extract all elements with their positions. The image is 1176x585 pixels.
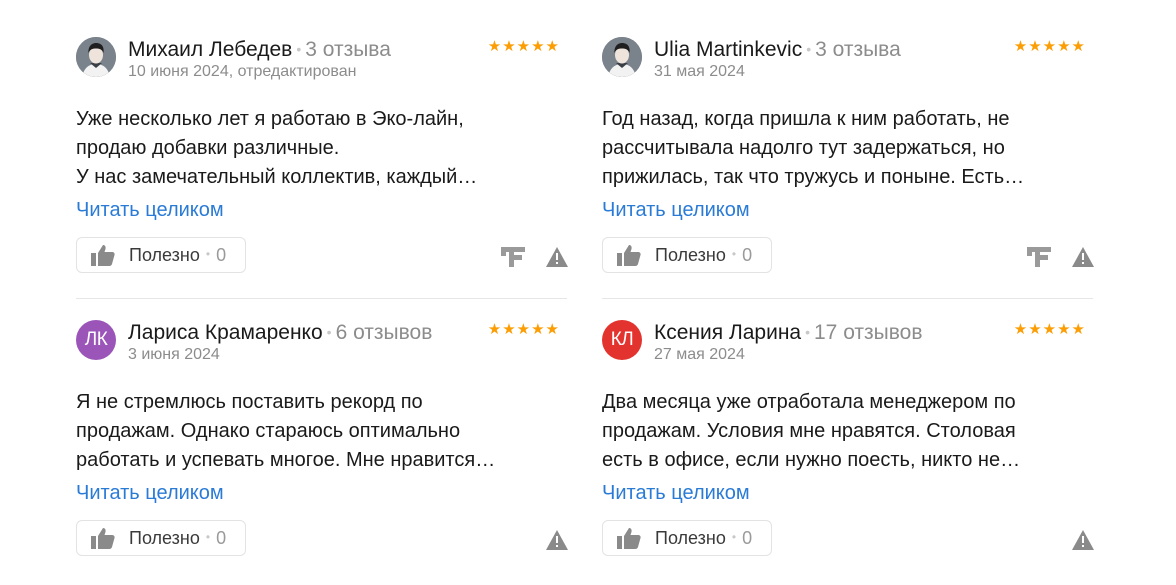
author-name[interactable]: Ксения Ларина xyxy=(654,321,801,344)
rating-stars: ★★★★★ xyxy=(1013,321,1086,338)
rating-stars: ★★★★★ xyxy=(487,321,560,338)
author-name[interactable]: Ulia Martinkevic xyxy=(654,38,802,61)
useful-count: 0 xyxy=(742,527,753,548)
review-text-line: Уже несколько лет я работаю в Эко-лайн, xyxy=(76,108,464,130)
thumbs-up-icon xyxy=(617,245,641,266)
author-line: Ксения Ларина • 17 отзывов xyxy=(654,321,923,346)
divider xyxy=(602,298,1093,299)
thumbs-up-icon xyxy=(91,245,115,266)
read-more-link[interactable]: Читать целиком xyxy=(602,482,750,505)
review-date: 3 июня 2024 xyxy=(128,346,220,363)
review-count[interactable]: 3 отзыва xyxy=(305,38,391,61)
separator-dot: • xyxy=(326,324,332,340)
review-text-line: рассчитывала надолго тут задержаться, но xyxy=(602,137,1005,159)
review-count[interactable]: 6 отзывов xyxy=(336,321,433,344)
review-text-line: продажам. Однако стараюсь оптимально xyxy=(76,420,461,442)
author-line: Михаил Лебедев • 3 отзыва xyxy=(128,38,391,63)
review-text-line: продажам. Условия мне нравятся. Столовая xyxy=(602,420,1016,442)
report-warning-icon[interactable] xyxy=(546,247,568,267)
rating-stars: ★★★★★ xyxy=(1013,38,1086,55)
company-reply-icon[interactable] xyxy=(1027,247,1051,267)
useful-count: 0 xyxy=(742,244,753,265)
review-date: 27 мая 2024 xyxy=(654,346,745,363)
review-card: Ulia Martinkevic • 3 отзыва 31 мая 2024 ★★… xyxy=(602,37,1096,277)
avatar[interactable]: КЛ xyxy=(602,320,642,360)
thumbs-up-icon xyxy=(91,528,115,549)
useful-label: Полезно xyxy=(655,244,726,265)
separator-dot: • xyxy=(806,41,812,57)
useful-label: Полезно xyxy=(129,244,200,265)
separator-dot: • xyxy=(805,324,810,340)
separator-dot: • xyxy=(731,247,737,261)
useful-button[interactable]: Полезно • 0 xyxy=(76,237,246,273)
useful-count: 0 xyxy=(216,527,227,548)
author-name[interactable]: Лариса Крамаренко xyxy=(128,321,323,344)
separator-dot: • xyxy=(205,247,211,261)
user-photo-icon xyxy=(76,37,116,77)
useful-label: Полезно xyxy=(129,527,200,548)
report-warning-icon[interactable] xyxy=(1072,530,1094,550)
useful-button[interactable]: Полезно • 0 xyxy=(602,520,772,556)
review-text: Два месяца уже отработала менеджером по … xyxy=(602,388,1096,475)
review-text: Я не стремлюсь поставить рекорд по прода… xyxy=(76,388,570,475)
divider xyxy=(76,298,567,299)
review-card: Михаил Лебедев • 3 отзыва 10 июня 2024, от… xyxy=(76,37,570,277)
author-line: Ulia Martinkevic • 3 отзыва xyxy=(654,38,901,63)
avatar[interactable] xyxy=(602,37,642,77)
report-warning-icon[interactable] xyxy=(546,530,568,550)
separator-dot: • xyxy=(296,41,302,57)
review-text: Год назад, когда пришла к ним работать, … xyxy=(602,105,1096,192)
read-more-link[interactable]: Читать целиком xyxy=(76,482,224,505)
review-text-line: продаю добавки различные. xyxy=(76,137,340,159)
review-text-line: Я не стремлюсь поставить рекорд по xyxy=(76,391,423,413)
review-text: Уже несколько лет я работаю в Эко-лайн, … xyxy=(76,105,570,192)
review-text-line: прижилась, так что тружусь и поныне. Ест… xyxy=(602,166,1025,188)
review-text-line: есть в офисе, если нужно поесть, никто н… xyxy=(602,449,1021,471)
read-more-link[interactable]: Читать целиком xyxy=(76,199,224,222)
author-line: Лариса Крамаренко • 6 отзывов xyxy=(128,321,432,346)
review-count[interactable]: 17 отзывов xyxy=(814,321,923,344)
review-card: КЛ Ксения Ларина • 17 отзывов 27 мая 2024 … xyxy=(602,320,1096,560)
review-card: ЛК Лариса Крамаренко • 6 отзывов 3 июня 20… xyxy=(76,320,570,560)
review-date: 31 мая 2024 xyxy=(654,63,745,80)
useful-button[interactable]: Полезно • 0 xyxy=(76,520,246,556)
user-photo-icon xyxy=(602,37,642,77)
review-date: 10 июня 2024, отредактирован xyxy=(128,63,357,80)
review-text-line: работать и успевать многое. Мне нравится… xyxy=(76,449,496,471)
useful-button[interactable]: Полезно • 0 xyxy=(602,237,772,273)
useful-label: Полезно xyxy=(655,527,726,548)
read-more-link[interactable]: Читать целиком xyxy=(602,199,750,222)
avatar[interactable]: ЛК xyxy=(76,320,116,360)
company-reply-icon[interactable] xyxy=(501,247,525,267)
rating-stars: ★★★★★ xyxy=(487,38,560,55)
review-text-line: Два месяца уже отработала менеджером по xyxy=(602,391,1016,413)
review-text-line: Год назад, когда пришла к ним работать, … xyxy=(602,108,1010,130)
separator-dot: • xyxy=(731,530,737,544)
report-warning-icon[interactable] xyxy=(1072,247,1094,267)
separator-dot: • xyxy=(205,530,211,544)
review-text-line: У нас замечательный коллектив, каждый… xyxy=(76,166,478,188)
review-count[interactable]: 3 отзыва xyxy=(815,38,901,61)
useful-count: 0 xyxy=(216,244,227,265)
author-name[interactable]: Михаил Лебедев xyxy=(128,38,292,61)
thumbs-up-icon xyxy=(617,528,641,549)
avatar[interactable] xyxy=(76,37,116,77)
